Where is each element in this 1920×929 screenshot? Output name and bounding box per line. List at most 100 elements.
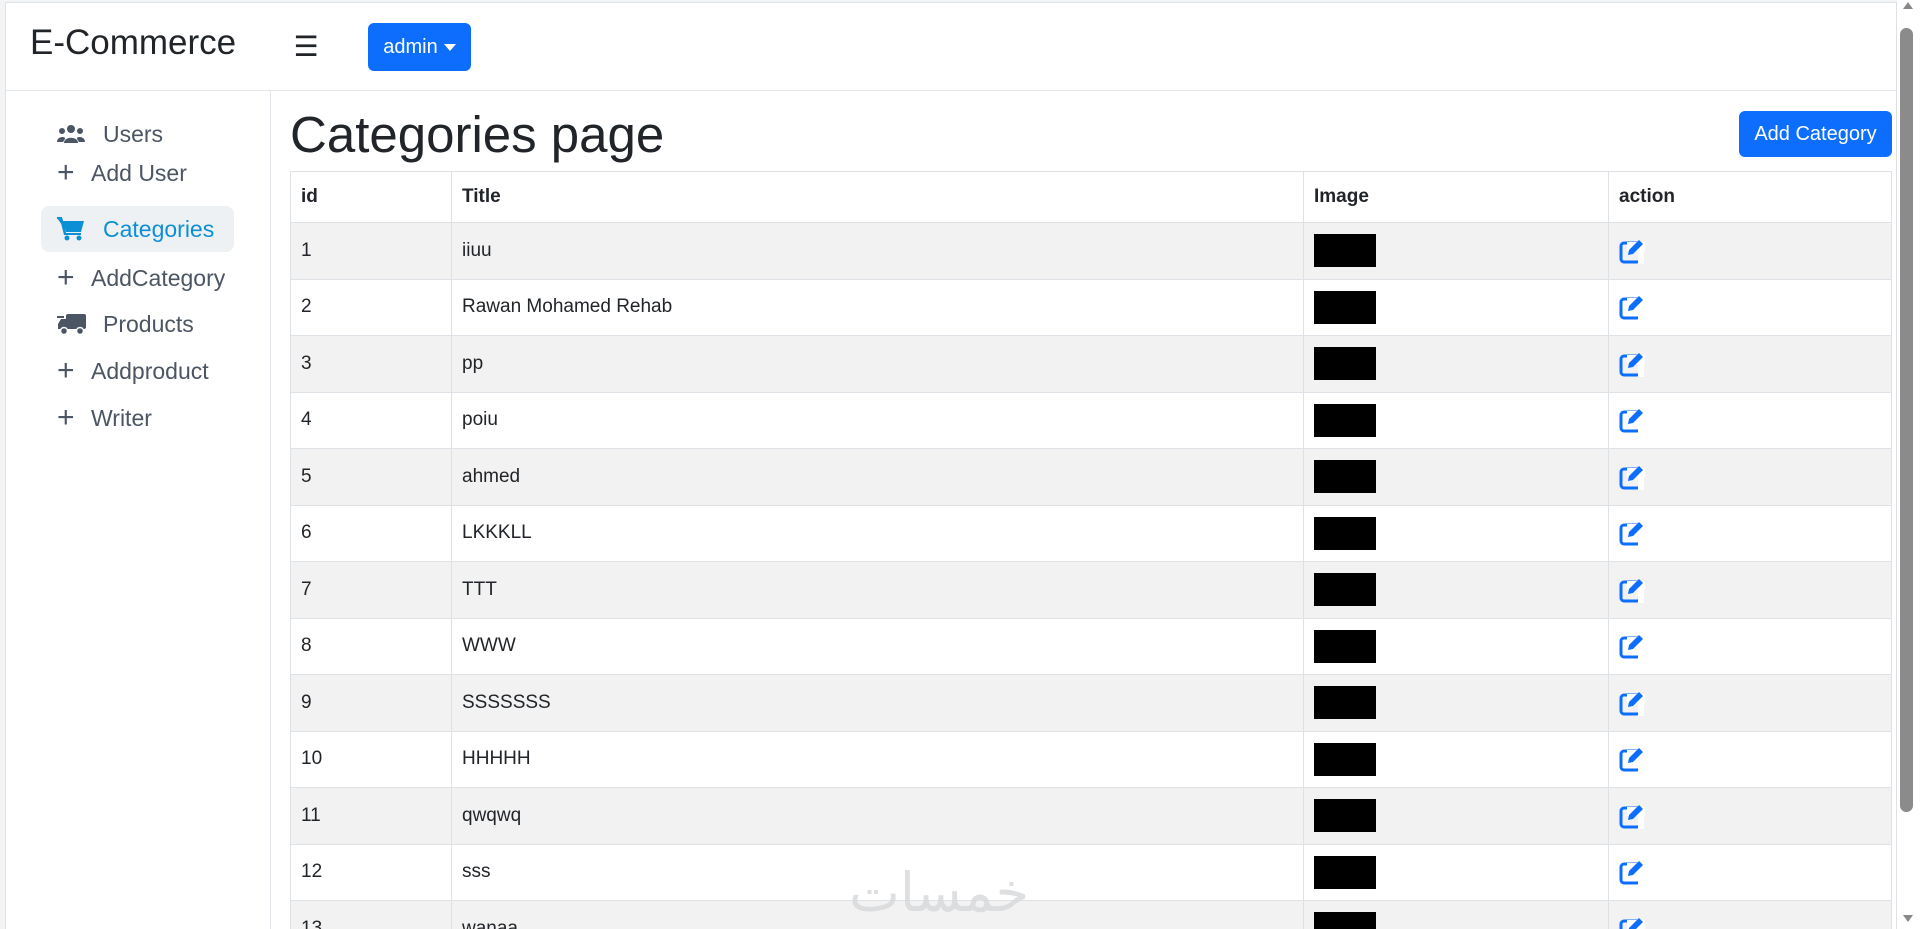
cell-action (1608, 730, 1892, 788)
sidebar-item-label: Add User (91, 159, 187, 186)
cell-action (1608, 787, 1892, 845)
cell-image (1303, 730, 1609, 788)
sidebar-item-add-user[interactable]: + Add User (41, 150, 187, 196)
edit-icon[interactable] (1619, 294, 1645, 321)
cell-image (1303, 617, 1609, 675)
cell-image (1303, 787, 1609, 845)
plus-icon: + (57, 261, 75, 294)
plus-icon: + (57, 401, 75, 434)
cell-action (1608, 900, 1892, 929)
page-title: Categories page (290, 106, 665, 163)
category-image-thumbnail (1314, 742, 1376, 776)
edit-icon[interactable] (1619, 238, 1645, 264)
edit-icon[interactable] (1619, 633, 1645, 660)
cell-image (1303, 335, 1609, 393)
category-image-thumbnail (1314, 629, 1376, 663)
table-row: 2 Rawan Mohamed Rehab (290, 278, 1892, 336)
table-row: 8 WWW (290, 617, 1892, 675)
table-header-row: id Title Image action (290, 171, 1892, 223)
cell-action (1608, 561, 1892, 619)
sidebar: Users + Add User Categories + AddCategor… (6, 91, 271, 929)
table-body: 1 iiuu 2 Rawan Mohamed Rehab 3 pp 4 poiu 5 ahmed 6… (290, 222, 1892, 929)
cell-title: HHHHH (451, 730, 1304, 788)
edit-icon[interactable] (1619, 577, 1645, 603)
cell-id: 12 (290, 843, 452, 901)
table-row: 1 iiuu (290, 222, 1892, 280)
edit-icon[interactable] (1619, 351, 1645, 377)
sidebar-item-add-product[interactable]: + Addproduct (41, 348, 209, 394)
cell-action (1608, 617, 1892, 675)
scroll-down-arrow-icon[interactable] (1903, 915, 1913, 922)
cell-title: LKKKLL (451, 504, 1304, 562)
column-header-title: Title (451, 171, 1304, 223)
cell-id: 7 (290, 561, 452, 619)
scrollbar-thumb[interactable] (1900, 28, 1913, 812)
table-row: 5 ahmed (290, 448, 1892, 506)
cell-title: qwqwq (451, 787, 1304, 845)
cell-title: SSSSSSS (451, 674, 1304, 732)
cell-id: 13 (290, 900, 452, 929)
cell-action (1608, 448, 1892, 506)
table-row: 6 LKKKLL (290, 504, 1892, 562)
table-row: 4 poiu (290, 391, 1892, 449)
truck-icon (57, 310, 89, 338)
edit-icon[interactable] (1619, 746, 1645, 773)
sidebar-item-label: Users (103, 120, 164, 147)
table-row: 7 TTT (290, 561, 1892, 619)
cell-image (1303, 843, 1609, 901)
top-navbar: E-Commerce ☰ admin (6, 3, 1896, 91)
edit-icon[interactable] (1619, 520, 1645, 547)
cell-title: Rawan Mohamed Rehab (451, 278, 1304, 336)
hamburger-icon[interactable]: ☰ (288, 29, 324, 65)
cell-id: 4 (290, 391, 452, 449)
cell-image (1303, 674, 1609, 732)
categories-table: id Title Image action 1 iiuu 2 Rawan Mohame… (290, 171, 1892, 929)
cell-image (1303, 222, 1609, 280)
table-row: 11 qwqwq (290, 787, 1892, 845)
users-icon (57, 120, 89, 148)
category-image-thumbnail (1314, 290, 1376, 324)
cell-action (1608, 674, 1892, 732)
table-row: 10 HHHHH (290, 730, 1892, 788)
cell-title: iiuu (451, 222, 1304, 280)
cell-image (1303, 391, 1609, 449)
main-content: Categories page Add Category id Title Im… (285, 91, 1892, 929)
cell-id: 8 (290, 617, 452, 675)
cell-id: 6 (290, 504, 452, 562)
app-frame: E-Commerce ☰ admin Users + Add User Cate… (5, 2, 1897, 929)
cell-id: 1 (290, 222, 452, 280)
category-image-thumbnail (1314, 573, 1376, 607)
edit-icon[interactable] (1619, 690, 1645, 716)
sidebar-item-writer[interactable]: + Writer (41, 395, 152, 441)
column-header-id: id (290, 171, 452, 223)
cell-id: 10 (290, 730, 452, 788)
edit-icon[interactable] (1619, 859, 1645, 886)
category-image-thumbnail (1314, 912, 1376, 929)
table-row: 3 pp (290, 335, 1892, 393)
sidebar-item-add-category[interactable]: + AddCategory (41, 255, 225, 301)
table-row: 12 sss (290, 843, 1892, 901)
column-header-action: action (1608, 171, 1892, 223)
edit-icon[interactable] (1619, 803, 1645, 829)
table-row: 9 SSSSSSS (290, 674, 1892, 732)
sidebar-item-label: Categories (103, 215, 215, 242)
sidebar-item-products[interactable]: Products (41, 301, 194, 347)
sidebar-item-label: Products (103, 310, 194, 337)
edit-icon[interactable] (1619, 916, 1645, 929)
sidebar-item-label: AddCategory (91, 264, 226, 291)
watermark: خمسات (849, 861, 1030, 924)
brand-title[interactable]: E-Commerce (30, 23, 236, 63)
table-row: 13 wanaa (290, 900, 1892, 929)
cell-image (1303, 900, 1609, 929)
category-image-thumbnail (1314, 460, 1376, 494)
add-category-button[interactable]: Add Category (1739, 111, 1892, 157)
sidebar-item-categories[interactable]: Categories (41, 206, 234, 252)
cell-image (1303, 561, 1609, 619)
edit-icon[interactable] (1619, 407, 1645, 434)
cell-image (1303, 504, 1609, 562)
cell-title: poiu (451, 391, 1304, 449)
admin-dropdown-button[interactable]: admin (368, 23, 471, 71)
cell-action (1608, 391, 1892, 449)
scroll-up-arrow-icon[interactable] (1903, 2, 1913, 9)
edit-icon[interactable] (1619, 464, 1645, 490)
